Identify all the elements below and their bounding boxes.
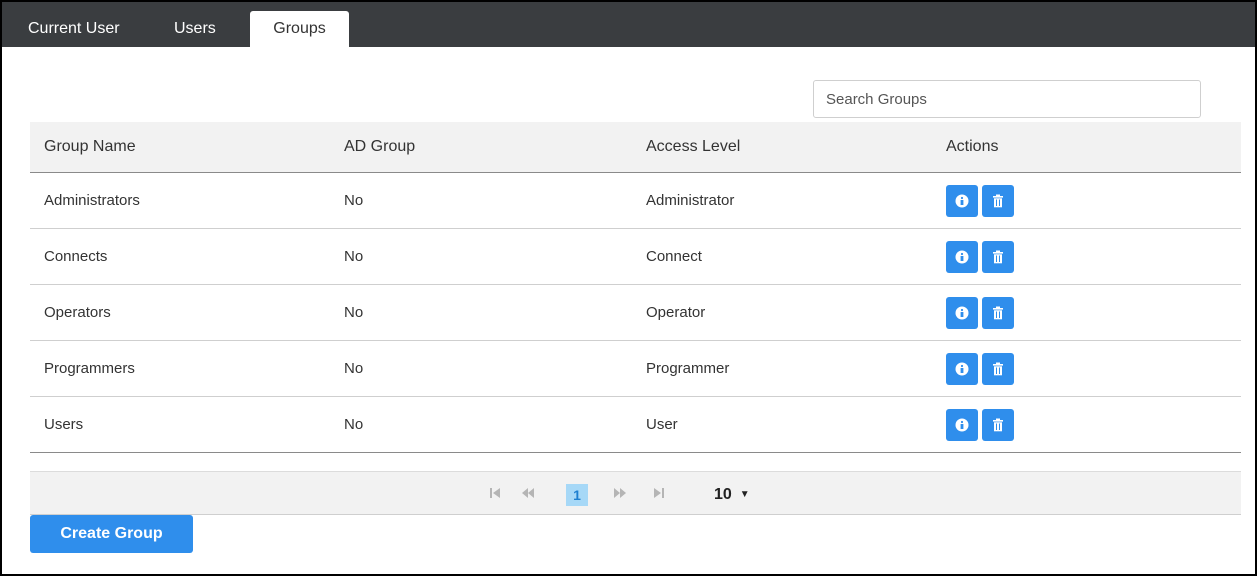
group-info-button[interactable]	[946, 408, 978, 441]
group-info-button[interactable]	[946, 296, 978, 329]
ad-group-cell: No	[344, 192, 364, 209]
actions-cell	[946, 341, 1018, 396]
group-info-button[interactable]	[946, 184, 978, 217]
actions-cell	[946, 285, 1018, 340]
tab-users[interactable]: Users	[174, 11, 216, 47]
page-size-value: 10	[714, 486, 732, 504]
table-row: Users No User	[30, 397, 1241, 453]
tab-current-user[interactable]: Current User	[28, 11, 120, 47]
ad-group-cell: No	[344, 248, 364, 265]
info-icon	[955, 306, 969, 320]
trash-icon	[992, 362, 1004, 376]
info-icon	[955, 362, 969, 376]
access-level-cell: Programmer	[646, 360, 730, 377]
table-row: Connects No Connect	[30, 229, 1241, 285]
trash-icon	[992, 306, 1004, 320]
header-group-name[interactable]: Group Name	[44, 122, 136, 172]
header-actions: Actions	[946, 138, 999, 155]
group-info-button[interactable]	[946, 352, 978, 385]
header-access-level[interactable]: Access Level	[646, 122, 740, 172]
actions-cell	[946, 229, 1018, 284]
table-row: Programmers No Programmer	[30, 341, 1241, 397]
prev-page-icon[interactable]	[520, 484, 536, 506]
create-group-button[interactable]: Create Group	[30, 515, 193, 553]
access-level-cell: Connect	[646, 248, 702, 265]
delete-group-button[interactable]	[982, 240, 1014, 273]
tab-bar: Current User Users Groups	[2, 2, 1255, 47]
actions-cell	[946, 173, 1018, 228]
trash-icon	[992, 250, 1004, 264]
group-name-cell: Administrators	[44, 192, 140, 209]
caret-down-icon: ▼	[739, 489, 750, 500]
last-page-icon[interactable]	[652, 484, 666, 506]
access-level-cell: Administrator	[646, 192, 735, 209]
group-name-cell: Connects	[44, 248, 108, 265]
tab-groups[interactable]: Groups	[250, 11, 349, 47]
table-row: Operators No Operator	[30, 285, 1241, 341]
delete-group-button[interactable]	[982, 296, 1014, 329]
delete-group-button[interactable]	[982, 408, 1014, 441]
info-icon	[955, 418, 969, 432]
next-page-icon[interactable]	[612, 484, 628, 506]
search-groups-input[interactable]	[813, 80, 1201, 118]
group-name-cell: Users	[44, 416, 84, 433]
access-level-cell: User	[646, 416, 678, 433]
delete-group-button[interactable]	[982, 184, 1014, 217]
ad-group-cell: No	[344, 304, 364, 321]
first-page-icon[interactable]	[488, 484, 502, 506]
pagination-bar: 1 10 ▼	[30, 471, 1241, 515]
trash-icon	[992, 418, 1004, 432]
page-size-select[interactable]: 10 ▼	[714, 484, 754, 506]
table-header: Group Name AD Group Access Level Actions	[30, 122, 1241, 173]
info-icon	[955, 250, 969, 264]
groups-panel: Current User Users Groups Group Name AD …	[0, 0, 1257, 576]
trash-icon	[992, 194, 1004, 208]
ad-group-cell: No	[344, 416, 364, 433]
page-number-button[interactable]: 1	[566, 484, 588, 506]
groups-table: Group Name AD Group Access Level Actions…	[30, 122, 1241, 453]
actions-cell	[946, 397, 1018, 452]
access-level-cell: Operator	[646, 304, 706, 321]
table-row: Administrators No Administrator	[30, 173, 1241, 229]
group-info-button[interactable]	[946, 240, 978, 273]
header-ad-group[interactable]: AD Group	[344, 122, 415, 172]
group-name-cell: Operators	[44, 304, 111, 321]
info-icon	[955, 194, 969, 208]
ad-group-cell: No	[344, 360, 364, 377]
delete-group-button[interactable]	[982, 352, 1014, 385]
group-name-cell: Programmers	[44, 360, 135, 377]
